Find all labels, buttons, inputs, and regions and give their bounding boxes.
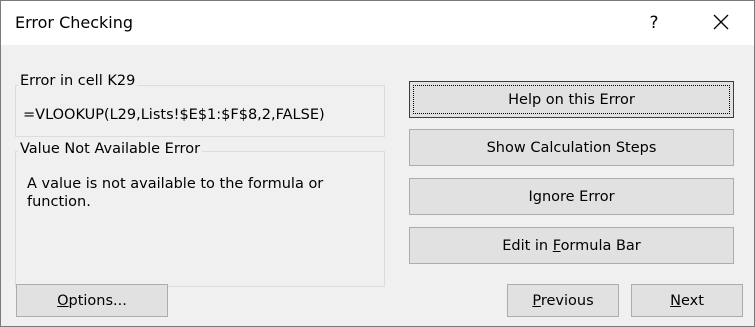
options-button[interactable]: Options... [16, 284, 168, 317]
show-calculation-steps-button[interactable]: Show Calculation Steps [409, 129, 734, 166]
close-icon [713, 14, 729, 30]
help-icon: ? [649, 13, 659, 33]
next-label: Next [670, 292, 704, 309]
previous-label: Previous [532, 292, 594, 309]
error-type-label: Value Not Available Error [18, 141, 203, 157]
help-on-error-button[interactable]: Help on this Error [409, 81, 734, 118]
ignore-error-label: Ignore Error [528, 188, 615, 205]
options-label: Options... [57, 292, 127, 309]
ignore-error-button[interactable]: Ignore Error [409, 178, 734, 215]
previous-button[interactable]: Previous [507, 284, 619, 317]
error-info-group [15, 151, 385, 287]
error-location-label: Error in cell K29 [18, 73, 138, 89]
error-checking-dialog: Error Checking ? Error in cell K29 =VLOO… [0, 0, 755, 327]
next-button[interactable]: Next [631, 284, 743, 317]
error-description: A value is not available to the formula … [27, 176, 324, 210]
edit-in-formula-bar-label: Edit in Formula Bar [502, 237, 641, 254]
close-button[interactable] [701, 7, 741, 39]
edit-in-formula-bar-button[interactable]: Edit in Formula Bar [409, 227, 734, 264]
error-formula: =VLOOKUP(L29,Lists!$E$1:$F$8,2,FALSE) [23, 107, 325, 123]
help-button[interactable]: ? [634, 9, 674, 37]
show-calculation-steps-label: Show Calculation Steps [486, 139, 657, 156]
title-bar: Error Checking ? [1, 1, 754, 45]
dialog-title: Error Checking [15, 13, 134, 32]
help-on-error-label: Help on this Error [508, 91, 635, 108]
